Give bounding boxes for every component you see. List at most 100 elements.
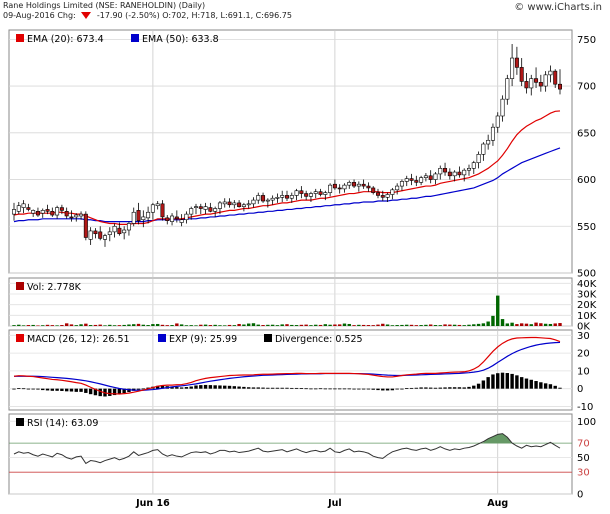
- divergence-bar: [328, 388, 332, 390]
- volume-bar: [12, 325, 16, 326]
- candle-up: [356, 183, 361, 187]
- volume-bar: [409, 324, 414, 326]
- volume-bar: [203, 324, 208, 326]
- volume-bar: [467, 324, 471, 326]
- candle-up: [141, 216, 146, 221]
- divergence-bar: [366, 388, 371, 390]
- macd-tick-label: -10: [577, 402, 593, 413]
- candle-up: [131, 211, 136, 224]
- volume-tick-label: 30K: [577, 290, 597, 301]
- volume-bar: [189, 325, 193, 326]
- candle-up: [471, 162, 476, 169]
- divergence-bar: [496, 373, 500, 389]
- candle-up: [423, 175, 428, 178]
- candle-up: [55, 207, 60, 216]
- candle-up: [495, 115, 500, 128]
- divergence-bar: [361, 388, 366, 390]
- macd-legend: MACD (26, 12): 26.51 EXP (9): 25.99 Dive…: [16, 334, 363, 345]
- divergence-bar: [515, 375, 519, 389]
- divergence-bar: [405, 388, 409, 389]
- candle-down: [64, 211, 69, 217]
- volume-bar: [280, 324, 284, 326]
- candle-up: [88, 230, 93, 240]
- candle-up: [289, 195, 294, 199]
- divergence-bar: [285, 387, 289, 389]
- divergence-bar: [242, 386, 246, 389]
- divergence-bar: [41, 388, 45, 391]
- candle-down: [117, 227, 122, 235]
- ema20-swatch: [16, 34, 24, 42]
- candle-up: [342, 184, 347, 190]
- candle-up: [222, 201, 227, 205]
- candle-up: [395, 185, 400, 191]
- candle-up: [462, 169, 467, 176]
- candle-up: [184, 213, 189, 221]
- divergence-bar: [400, 388, 404, 390]
- candle-down: [538, 82, 543, 87]
- volume-bar: [103, 325, 107, 326]
- price-panel-frame: [8, 29, 573, 274]
- candle-down: [380, 195, 385, 198]
- divergence-bar: [45, 388, 50, 391]
- candle-down: [69, 216, 74, 219]
- divergence-bar: [36, 388, 40, 390]
- candle-down: [409, 178, 414, 181]
- candle-up: [16, 205, 21, 212]
- divergence-bar: [218, 385, 222, 389]
- candle-up: [275, 196, 280, 199]
- candle-down: [160, 203, 165, 218]
- candle-down: [136, 210, 141, 221]
- candle-up: [12, 209, 17, 215]
- divergence-bar: [390, 388, 395, 391]
- volume-bar: [558, 323, 562, 326]
- candle-down: [165, 217, 170, 221]
- divergence-bar: [232, 386, 237, 389]
- candle-up: [179, 219, 184, 223]
- candle-down: [443, 168, 448, 173]
- divergence-bar: [88, 388, 93, 395]
- macd-tick-label: 20: [577, 349, 590, 360]
- candle-up: [323, 192, 328, 195]
- divergence-bar: [519, 377, 524, 389]
- candle-down: [299, 190, 304, 194]
- divergence-bar: [457, 387, 462, 389]
- candle-down: [447, 171, 452, 177]
- volume-bar: [141, 324, 146, 326]
- divergence-bar: [50, 388, 55, 391]
- candle-up: [466, 168, 471, 171]
- divergence-bar: [17, 388, 21, 389]
- divergence-bar: [136, 388, 141, 390]
- divergence-bar: [553, 385, 557, 389]
- volume-bar: [227, 324, 232, 326]
- ema50-swatch: [131, 34, 139, 42]
- volume-bar: [472, 324, 476, 326]
- candle-down: [352, 182, 357, 187]
- volume-bar: [357, 324, 361, 326]
- divergence-bar: [409, 387, 414, 389]
- volume-bar: [424, 324, 428, 326]
- volume-tick-label: 20K: [577, 300, 597, 311]
- volume-bar: [50, 325, 55, 326]
- divergence-bar: [385, 388, 390, 391]
- divergence-bar: [309, 388, 313, 390]
- candle-up: [390, 189, 395, 195]
- volume-bar: [55, 325, 59, 326]
- candle-up: [21, 203, 26, 208]
- divergence-bar: [64, 388, 69, 392]
- volume-bar: [132, 324, 136, 326]
- divergence-bar: [433, 387, 438, 389]
- candle-down: [524, 81, 529, 89]
- candle-down: [261, 195, 266, 202]
- volume-bar: [194, 325, 198, 326]
- candle-up: [103, 235, 108, 240]
- divergence-bar: [60, 388, 64, 391]
- volume-bar: [438, 325, 442, 326]
- volume-bar: [433, 325, 438, 326]
- divergence-bar: [223, 385, 227, 389]
- volume-tick-label: 40K: [577, 279, 597, 290]
- divergence-bar: [194, 385, 198, 389]
- volume-bar: [443, 324, 447, 326]
- candle-up: [490, 126, 495, 141]
- candle-up: [74, 214, 79, 218]
- candle-up: [452, 171, 457, 177]
